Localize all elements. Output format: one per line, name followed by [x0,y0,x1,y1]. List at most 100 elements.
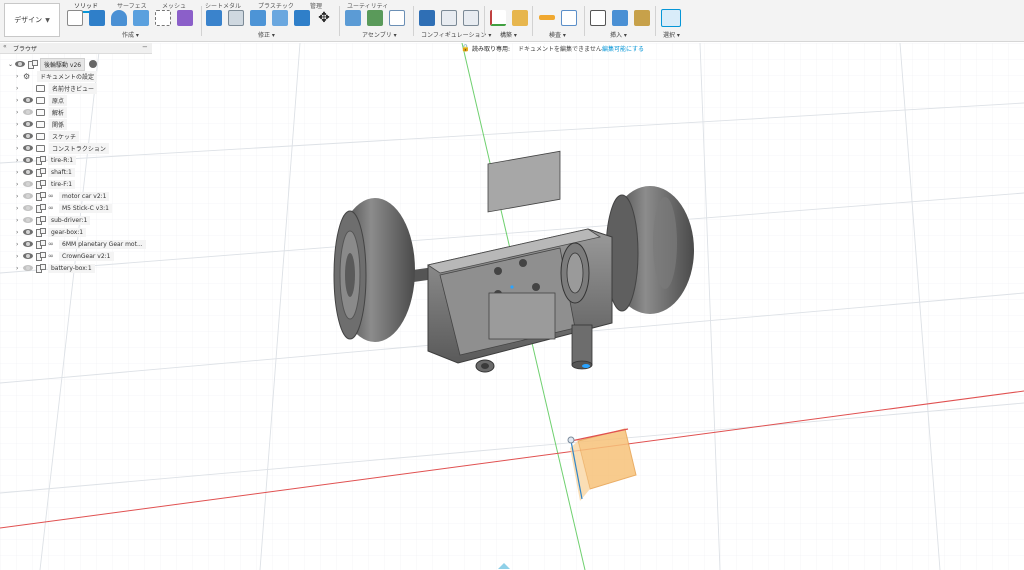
record-icon[interactable] [89,60,98,68]
browser-item-construction[interactable]: › コンストラクション [16,142,109,154]
eye-icon[interactable] [23,229,33,235]
measure-icon[interactable] [539,15,555,20]
chevron-right-icon[interactable]: › [16,109,23,116]
group-modify[interactable]: 修正 ▾ [258,30,275,39]
browser-item-tire-f[interactable]: › tire-F:1 [16,178,76,190]
tab-plastic[interactable]: プラスチック [258,1,294,10]
config-table-icon[interactable] [441,10,457,26]
press-pull-icon[interactable] [206,10,222,26]
eye-icon[interactable] [23,157,33,163]
new-sketch-icon[interactable] [67,10,83,26]
eye-icon[interactable] [23,133,33,139]
chevron-right-icon[interactable]: › [16,169,23,176]
browser-item-planetary-gear[interactable]: › ∞ 6MM planetary Gear mot... [16,238,146,250]
tab-mesh[interactable]: メッシュ [162,1,186,10]
browser-item-tire-r[interactable]: › tire-R:1 [16,154,77,166]
chevron-right-icon[interactable]: › [16,193,23,200]
chevron-right-icon[interactable]: › [16,73,23,80]
fillet-icon[interactable] [228,10,244,26]
plane-icon[interactable] [512,10,528,26]
collapse-panel-icon[interactable]: « [3,43,7,50]
config-rule-icon[interactable] [463,10,479,26]
chevron-right-icon[interactable]: › [16,121,23,128]
eye-icon[interactable] [23,205,33,211]
new-component-icon[interactable] [345,10,361,26]
joint-icon[interactable] [367,10,383,26]
pattern-icon[interactable] [155,10,171,26]
move-icon[interactable]: ✥ [316,10,332,26]
eye-icon[interactable] [23,193,33,199]
chevron-right-icon[interactable]: › [16,229,23,236]
tab-utilities[interactable]: ユーティリティ [347,1,388,10]
eye-icon[interactable] [23,253,33,259]
motor-cylinder[interactable] [571,324,593,370]
chevron-right-icon[interactable]: › [16,205,23,212]
browser-item-m5-stick[interactable]: › ∞ M5 Stick-C v3:1 [16,202,112,214]
chevron-right-icon[interactable]: › [16,97,23,104]
chevron-right-icon[interactable]: › [16,253,23,260]
eye-icon[interactable] [23,241,33,247]
tab-manage[interactable]: 管理 [310,1,322,10]
insert-image-icon[interactable] [612,10,628,26]
browser-item-shaft[interactable]: › shaft:1 [16,166,75,178]
eye-icon[interactable] [23,217,33,223]
browser-item-analysis[interactable]: › 解析 [16,106,68,118]
as-built-joint-icon[interactable] [389,10,405,26]
tire-right[interactable] [605,186,694,314]
extrude-icon[interactable] [89,10,105,26]
eye-icon[interactable] [23,169,33,175]
hole-icon[interactable] [133,10,149,26]
minimize-panel-icon[interactable]: − [142,43,148,51]
make-editable-link[interactable]: 編集可能にする [602,44,644,53]
chevron-right-icon[interactable]: › [16,181,23,188]
browser-item-battery-box[interactable]: › battery-box:1 [16,262,95,274]
insert-derive-icon[interactable] [590,10,606,26]
section-analysis-icon[interactable] [561,10,577,26]
eye-icon[interactable] [23,145,33,151]
shell-icon[interactable] [272,10,288,26]
eye-icon[interactable] [15,61,25,67]
tab-sheet-metal[interactable]: シートメタル [205,1,241,10]
select-cursor-icon[interactable] [661,9,681,27]
create-form-icon[interactable] [177,10,193,26]
group-inspect[interactable]: 検査 ▾ [549,30,566,39]
group-create[interactable]: 作成 ▾ [122,30,139,39]
chamfer-icon[interactable] [250,10,266,26]
eye-icon[interactable] [23,121,33,127]
browser-item-crown-gear[interactable]: › ∞ CrownGear v2:1 [16,250,114,262]
chevron-right-icon[interactable]: › [16,157,23,164]
browser-item-named-views[interactable]: › 名前付きビュー [16,82,98,94]
browser-item-motor-car[interactable]: › ∞ motor car v2:1 [16,190,110,202]
chevron-right-icon[interactable]: › [16,145,23,152]
browser-item-origin[interactable]: › 原点 [16,94,68,106]
tire-left[interactable] [333,198,415,342]
browser-item-gear-box[interactable]: › gear-box:1 [16,226,87,238]
group-configure[interactable]: コンフィギュレーション ▾ [421,30,491,39]
group-construct[interactable]: 構築 ▾ [500,30,517,39]
configure-icon[interactable] [419,10,435,26]
revolve-icon[interactable] [111,10,127,26]
browser-root[interactable]: ⌄ 後輪駆動 v26 [8,57,98,71]
workspace-switcher[interactable]: デザイン ▼ [4,3,60,37]
browser-item-document-settings[interactable]: › ⚙ ドキュメントの設定 [16,70,98,82]
eye-icon[interactable] [23,97,33,103]
chevron-down-icon[interactable]: ⌄ [8,61,15,68]
axis-icon[interactable] [490,10,506,26]
chevron-right-icon[interactable]: › [16,241,23,248]
model-viewport[interactable] [0,43,1024,570]
eye-icon[interactable] [23,265,33,271]
group-assemble[interactable]: アセンブリ ▾ [362,30,397,39]
browser-item-joints[interactable]: › 関係 [16,118,68,130]
chevron-right-icon[interactable]: › [16,85,23,92]
chevron-right-icon[interactable]: › [16,133,23,140]
group-select[interactable]: 選択 ▾ [663,30,680,39]
combine-icon[interactable] [294,10,310,26]
insert-mesh-icon[interactable] [634,10,650,26]
chevron-right-icon[interactable]: › [16,217,23,224]
tab-surface[interactable]: サーフェス [117,1,147,10]
eye-icon[interactable] [23,181,33,187]
chevron-right-icon[interactable]: › [16,265,23,272]
browser-item-sketches[interactable]: › スケッチ [16,130,80,142]
browser-item-sub-driver[interactable]: › sub-driver:1 [16,214,91,226]
group-insert[interactable]: 挿入 ▾ [610,30,627,39]
